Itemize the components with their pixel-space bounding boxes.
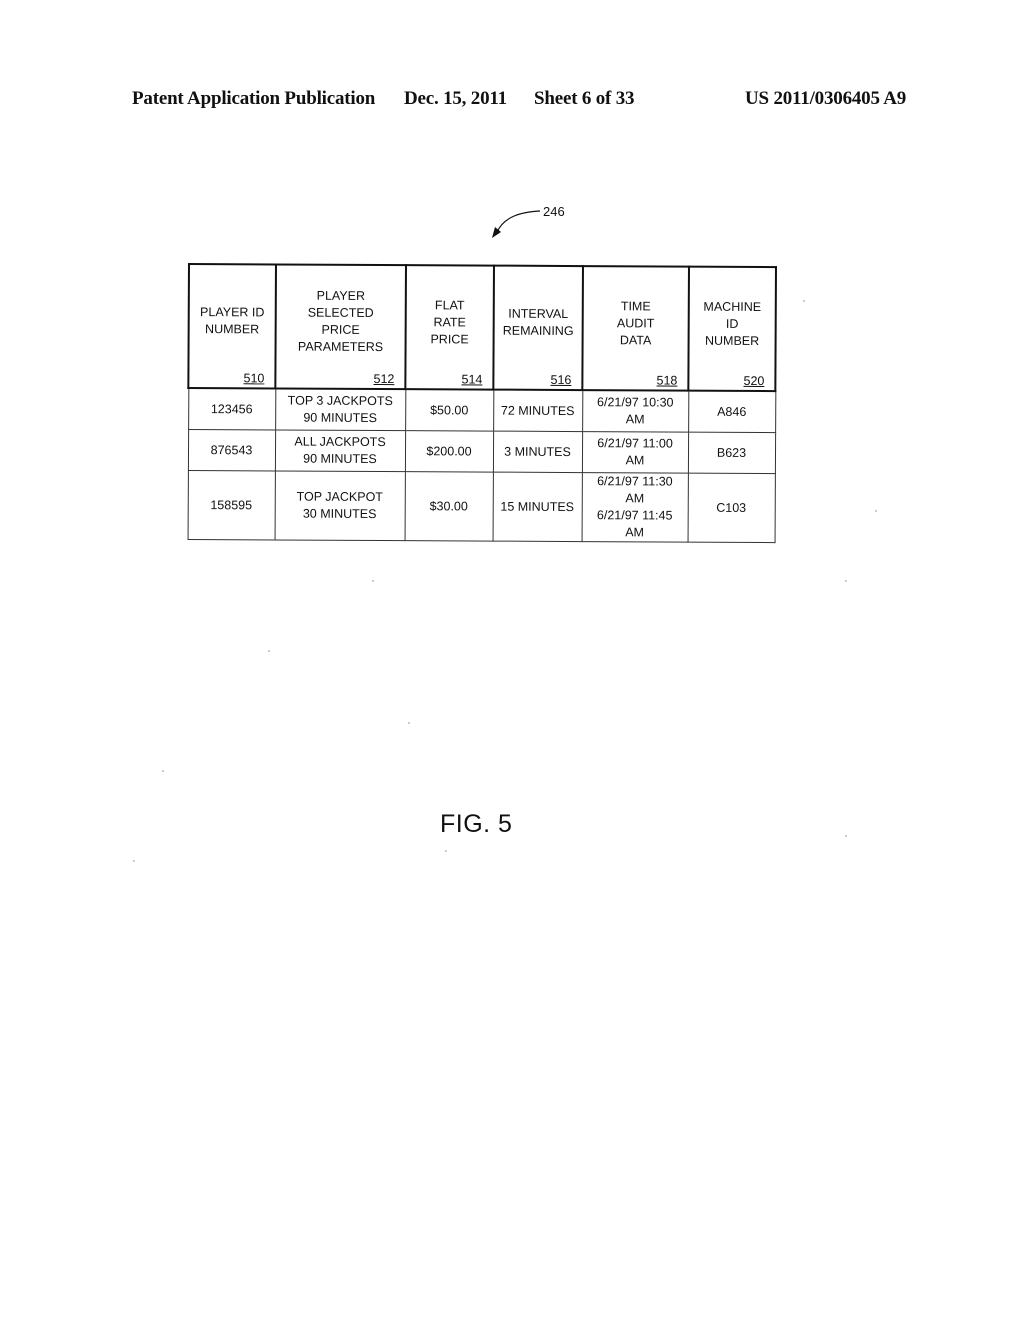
player-id-cell: 123456 bbox=[188, 388, 276, 430]
column-ref: 510 bbox=[243, 371, 265, 386]
flat-rate-price-cell: $30.00 bbox=[404, 471, 493, 542]
scan-speck bbox=[372, 580, 374, 582]
machine-id-cell: B623 bbox=[687, 432, 776, 474]
scan-speck bbox=[268, 650, 270, 652]
interval-remaining-cell: 15 MINUTES bbox=[492, 472, 582, 542]
column-header-interval-remaining: INTERVAL REMAINING 516 bbox=[493, 265, 583, 391]
column-header-price-parameters: PLAYER SELECTED PRICE PARAMETERS 512 bbox=[275, 264, 406, 390]
table-row: 123456 TOP 3 JACKPOTS 90 MINUTES $50.00 … bbox=[188, 388, 776, 433]
interval-remaining-cell: 72 MINUTES bbox=[493, 389, 583, 432]
column-header-flat-rate-price: FLAT RATE PRICE 514 bbox=[405, 265, 494, 390]
column-title: PLAYER ID NUMBER bbox=[200, 305, 265, 337]
reference-numeral: 246 bbox=[543, 204, 565, 219]
player-pricing-table: PLAYER ID NUMBER 510 PLAYER SELECTED PRI… bbox=[187, 263, 777, 543]
column-header-time-audit-data: TIME AUDIT DATA 518 bbox=[582, 266, 689, 391]
machine-id-cell: C103 bbox=[687, 473, 775, 543]
column-title: PLAYER SELECTED PRICE PARAMETERS bbox=[297, 288, 384, 355]
column-ref: 520 bbox=[743, 373, 765, 389]
publication-date: Dec. 15, 2011 bbox=[404, 88, 507, 109]
table-header-row: PLAYER ID NUMBER 510 PLAYER SELECTED PRI… bbox=[188, 264, 776, 392]
table-row: 158595 TOP JACKPOT 30 MINUTES $30.00 15 … bbox=[187, 470, 775, 543]
player-id-cell: 876543 bbox=[187, 429, 276, 471]
scan-speck bbox=[162, 770, 164, 772]
time-audit-cell: 6/21/97 11:00 AM bbox=[581, 431, 689, 474]
column-title: INTERVAL REMAINING bbox=[502, 306, 574, 339]
time-audit-cell: 6/21/97 11:30 AM 6/21/97 11:45 AM bbox=[581, 472, 688, 543]
table-row: 876543 ALL JACKPOTS 90 MINUTES $200.00 3… bbox=[187, 429, 776, 474]
column-title: MACHINE ID NUMBER bbox=[703, 299, 762, 348]
column-ref: 514 bbox=[461, 372, 483, 387]
reference-arrow-icon bbox=[492, 210, 541, 238]
machine-id-cell: A846 bbox=[688, 390, 776, 433]
price-parameters-cell: ALL JACKPOTS 90 MINUTES bbox=[274, 429, 406, 472]
price-parameters-cell: TOP 3 JACKPOTS 90 MINUTES bbox=[275, 388, 406, 431]
scan-speck bbox=[845, 580, 847, 582]
column-header-player-id: PLAYER ID NUMBER 510 bbox=[188, 264, 276, 389]
column-header-machine-id: MACHINE ID NUMBER 520 bbox=[688, 266, 776, 392]
interval-remaining-cell: 3 MINUTES bbox=[492, 431, 583, 473]
scan-speck bbox=[408, 722, 410, 724]
scan-speck bbox=[845, 835, 847, 837]
column-title: TIME AUDIT DATA bbox=[616, 298, 655, 347]
flat-rate-price-cell: $50.00 bbox=[405, 389, 494, 432]
publication-label: Patent Application Publication bbox=[132, 88, 376, 109]
time-audit-cell: 6/21/97 10:30 AM bbox=[582, 390, 689, 433]
scan-speck bbox=[875, 510, 877, 512]
scan-speck bbox=[445, 850, 447, 852]
patent-number: US 2011/0306405 A9 bbox=[745, 88, 907, 109]
scan-speck bbox=[803, 300, 805, 302]
column-ref: 516 bbox=[550, 372, 572, 388]
flat-rate-price-cell: $200.00 bbox=[404, 430, 494, 473]
column-title: FLAT RATE PRICE bbox=[430, 297, 469, 346]
column-ref: 512 bbox=[373, 371, 395, 387]
price-parameters-cell: TOP JACKPOT 30 MINUTES bbox=[274, 470, 405, 541]
column-ref: 518 bbox=[656, 373, 678, 388]
figure-caption: FIG. 5 bbox=[440, 810, 513, 838]
sheet-number: Sheet 6 of 33 bbox=[534, 88, 635, 109]
scan-speck bbox=[133, 860, 135, 862]
player-id-cell: 158595 bbox=[187, 470, 275, 540]
